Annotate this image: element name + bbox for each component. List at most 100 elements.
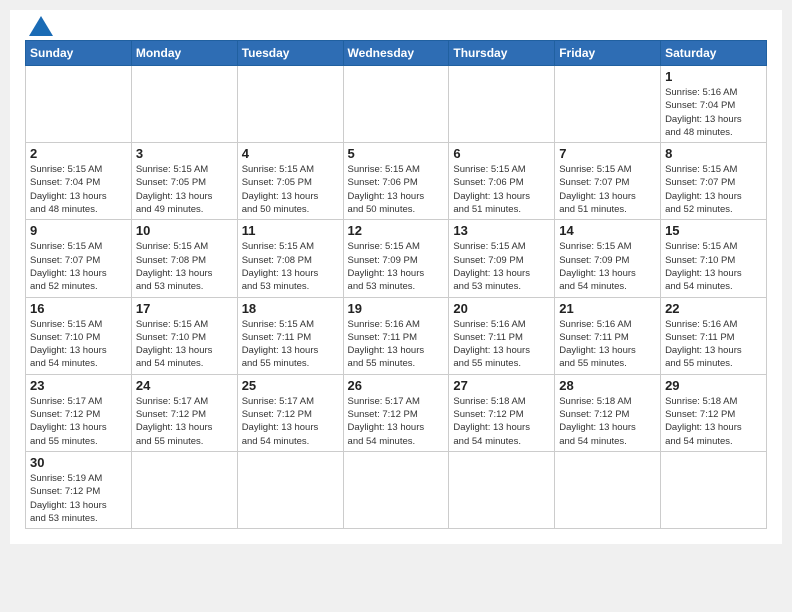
calendar-cell: 10 Sunrise: 5:15 AM Sunset: 7:08 PM Dayli… bbox=[131, 220, 237, 297]
day-info: Sunrise: 5:15 AM Sunset: 7:05 PM Dayligh… bbox=[242, 163, 339, 216]
calendar-cell: 1Sunrise: 5:16 AM Sunset: 7:04 PM Daylig… bbox=[661, 66, 767, 143]
calendar-cell bbox=[449, 66, 555, 143]
day-number: 26 bbox=[348, 378, 445, 393]
calendar-cell: 26 Sunrise: 5:17 AM Sunset: 7:12 PM Dayli… bbox=[343, 374, 449, 451]
day-info: Sunrise: 5:19 AM Sunset: 7:12 PM Dayligh… bbox=[30, 472, 127, 525]
logo-triangle-icon bbox=[29, 16, 53, 36]
weekday-header-thursday: Thursday bbox=[449, 41, 555, 66]
weekday-header-friday: Friday bbox=[555, 41, 661, 66]
day-info: Sunrise: 5:15 AM Sunset: 7:09 PM Dayligh… bbox=[559, 240, 656, 293]
day-number: 1 bbox=[665, 69, 762, 84]
day-info: Sunrise: 5:15 AM Sunset: 7:08 PM Dayligh… bbox=[136, 240, 233, 293]
day-number: 14 bbox=[559, 223, 656, 238]
day-info: Sunrise: 5:15 AM Sunset: 7:07 PM Dayligh… bbox=[559, 163, 656, 216]
day-info: Sunrise: 5:15 AM Sunset: 7:05 PM Dayligh… bbox=[136, 163, 233, 216]
weekday-header-sunday: Sunday bbox=[26, 41, 132, 66]
calendar-cell bbox=[237, 66, 343, 143]
day-info: Sunrise: 5:18 AM Sunset: 7:12 PM Dayligh… bbox=[559, 395, 656, 448]
calendar-table: SundayMondayTuesdayWednesdayThursdayFrid… bbox=[25, 40, 767, 529]
calendar-cell: 20 Sunrise: 5:16 AM Sunset: 7:11 PM Dayli… bbox=[449, 297, 555, 374]
calendar-cell bbox=[661, 451, 767, 528]
calendar-cell: 17 Sunrise: 5:15 AM Sunset: 7:10 PM Dayli… bbox=[131, 297, 237, 374]
day-number: 2 bbox=[30, 146, 127, 161]
calendar-week-row: 9Sunrise: 5:15 AM Sunset: 7:07 PM Daylig… bbox=[26, 220, 767, 297]
calendar-cell: 7 Sunrise: 5:15 AM Sunset: 7:07 PM Daylig… bbox=[555, 143, 661, 220]
weekday-header-wednesday: Wednesday bbox=[343, 41, 449, 66]
day-info: Sunrise: 5:15 AM Sunset: 7:09 PM Dayligh… bbox=[348, 240, 445, 293]
calendar-cell: 12 Sunrise: 5:15 AM Sunset: 7:09 PM Dayli… bbox=[343, 220, 449, 297]
calendar-cell: 6 Sunrise: 5:15 AM Sunset: 7:06 PM Daylig… bbox=[449, 143, 555, 220]
day-info: Sunrise: 5:15 AM Sunset: 7:07 PM Dayligh… bbox=[665, 163, 762, 216]
day-number: 16 bbox=[30, 301, 127, 316]
day-info: Sunrise: 5:15 AM Sunset: 7:06 PM Dayligh… bbox=[453, 163, 550, 216]
day-number: 25 bbox=[242, 378, 339, 393]
day-info: Sunrise: 5:15 AM Sunset: 7:08 PM Dayligh… bbox=[242, 240, 339, 293]
calendar-cell bbox=[555, 451, 661, 528]
day-number: 29 bbox=[665, 378, 762, 393]
day-info: Sunrise: 5:16 AM Sunset: 7:11 PM Dayligh… bbox=[665, 318, 762, 371]
day-info: Sunrise: 5:15 AM Sunset: 7:10 PM Dayligh… bbox=[665, 240, 762, 293]
day-number: 11 bbox=[242, 223, 339, 238]
calendar-cell: 3 Sunrise: 5:15 AM Sunset: 7:05 PM Daylig… bbox=[131, 143, 237, 220]
day-info: Sunrise: 5:15 AM Sunset: 7:06 PM Dayligh… bbox=[348, 163, 445, 216]
day-info: Sunrise: 5:17 AM Sunset: 7:12 PM Dayligh… bbox=[30, 395, 127, 448]
day-number: 7 bbox=[559, 146, 656, 161]
day-number: 30 bbox=[30, 455, 127, 470]
day-number: 3 bbox=[136, 146, 233, 161]
day-info: Sunrise: 5:16 AM Sunset: 7:11 PM Dayligh… bbox=[453, 318, 550, 371]
calendar-cell: 24 Sunrise: 5:17 AM Sunset: 7:12 PM Dayli… bbox=[131, 374, 237, 451]
calendar-cell: 8 Sunrise: 5:15 AM Sunset: 7:07 PM Daylig… bbox=[661, 143, 767, 220]
day-info: Sunrise: 5:16 AM Sunset: 7:11 PM Dayligh… bbox=[559, 318, 656, 371]
calendar-cell bbox=[343, 66, 449, 143]
day-number: 20 bbox=[453, 301, 550, 316]
day-number: 10 bbox=[136, 223, 233, 238]
calendar-cell: 13 Sunrise: 5:15 AM Sunset: 7:09 PM Dayli… bbox=[449, 220, 555, 297]
day-number: 13 bbox=[453, 223, 550, 238]
day-number: 23 bbox=[30, 378, 127, 393]
header bbox=[25, 20, 767, 36]
day-number: 15 bbox=[665, 223, 762, 238]
weekday-header-row: SundayMondayTuesdayWednesdayThursdayFrid… bbox=[26, 41, 767, 66]
day-number: 4 bbox=[242, 146, 339, 161]
calendar-cell bbox=[237, 451, 343, 528]
calendar-cell: 23 Sunrise: 5:17 AM Sunset: 7:12 PM Dayli… bbox=[26, 374, 132, 451]
day-number: 6 bbox=[453, 146, 550, 161]
day-info: Sunrise: 5:15 AM Sunset: 7:10 PM Dayligh… bbox=[30, 318, 127, 371]
calendar-cell: 14 Sunrise: 5:15 AM Sunset: 7:09 PM Dayli… bbox=[555, 220, 661, 297]
day-number: 12 bbox=[348, 223, 445, 238]
day-number: 27 bbox=[453, 378, 550, 393]
day-number: 22 bbox=[665, 301, 762, 316]
day-number: 8 bbox=[665, 146, 762, 161]
day-number: 28 bbox=[559, 378, 656, 393]
day-number: 17 bbox=[136, 301, 233, 316]
weekday-header-tuesday: Tuesday bbox=[237, 41, 343, 66]
day-number: 21 bbox=[559, 301, 656, 316]
calendar-week-row: 23 Sunrise: 5:17 AM Sunset: 7:12 PM Dayli… bbox=[26, 374, 767, 451]
calendar-cell bbox=[343, 451, 449, 528]
calendar-cell: 30 Sunrise: 5:19 AM Sunset: 7:12 PM Dayli… bbox=[26, 451, 132, 528]
day-info: Sunrise: 5:18 AM Sunset: 7:12 PM Dayligh… bbox=[665, 395, 762, 448]
day-info: Sunrise: 5:17 AM Sunset: 7:12 PM Dayligh… bbox=[348, 395, 445, 448]
day-info: Sunrise: 5:15 AM Sunset: 7:11 PM Dayligh… bbox=[242, 318, 339, 371]
calendar-cell: 29 Sunrise: 5:18 AM Sunset: 7:12 PM Dayli… bbox=[661, 374, 767, 451]
calendar-cell: 2 Sunrise: 5:15 AM Sunset: 7:04 PM Daylig… bbox=[26, 143, 132, 220]
day-number: 24 bbox=[136, 378, 233, 393]
calendar-cell: 18Sunrise: 5:15 AM Sunset: 7:11 PM Dayli… bbox=[237, 297, 343, 374]
calendar-cell bbox=[131, 451, 237, 528]
calendar-cell: 16 Sunrise: 5:15 AM Sunset: 7:10 PM Dayli… bbox=[26, 297, 132, 374]
page: SundayMondayTuesdayWednesdayThursdayFrid… bbox=[10, 10, 782, 544]
calendar-cell bbox=[449, 451, 555, 528]
calendar-week-row: 1Sunrise: 5:16 AM Sunset: 7:04 PM Daylig… bbox=[26, 66, 767, 143]
calendar-cell: 27Sunrise: 5:18 AM Sunset: 7:12 PM Dayli… bbox=[449, 374, 555, 451]
logo bbox=[25, 20, 57, 36]
calendar-week-row: 30 Sunrise: 5:19 AM Sunset: 7:12 PM Dayli… bbox=[26, 451, 767, 528]
day-info: Sunrise: 5:17 AM Sunset: 7:12 PM Dayligh… bbox=[136, 395, 233, 448]
day-info: Sunrise: 5:15 AM Sunset: 7:04 PM Dayligh… bbox=[30, 163, 127, 216]
day-info: Sunrise: 5:15 AM Sunset: 7:10 PM Dayligh… bbox=[136, 318, 233, 371]
calendar-cell: 21 Sunrise: 5:16 AM Sunset: 7:11 PM Dayli… bbox=[555, 297, 661, 374]
day-number: 5 bbox=[348, 146, 445, 161]
calendar-cell: 19Sunrise: 5:16 AM Sunset: 7:11 PM Dayli… bbox=[343, 297, 449, 374]
weekday-header-monday: Monday bbox=[131, 41, 237, 66]
weekday-header-saturday: Saturday bbox=[661, 41, 767, 66]
day-info: Sunrise: 5:15 AM Sunset: 7:09 PM Dayligh… bbox=[453, 240, 550, 293]
